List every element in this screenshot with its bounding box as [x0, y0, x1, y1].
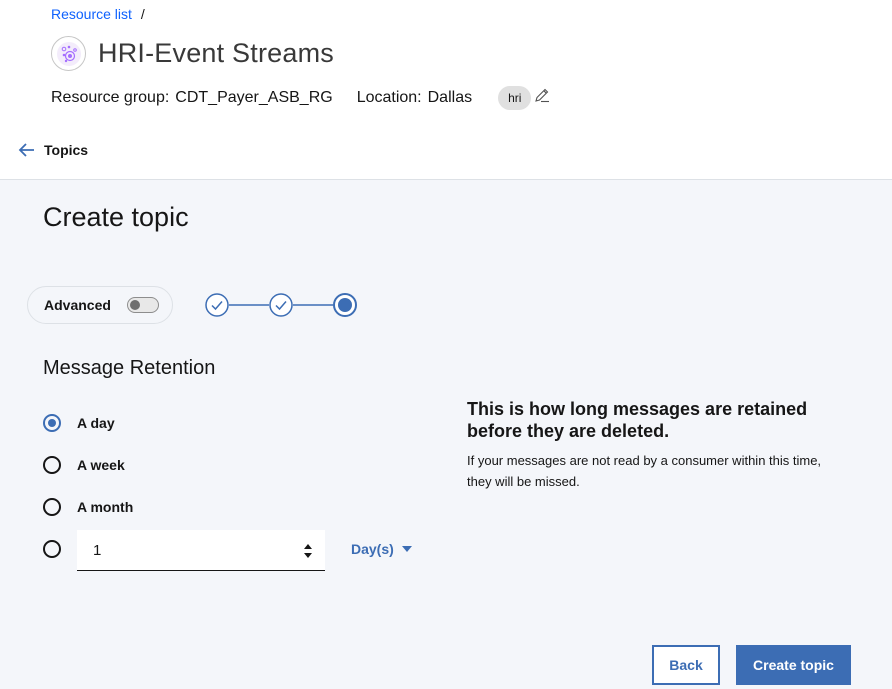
back-to-topics-link[interactable]: Topics [18, 141, 88, 159]
retention-help-title: This is how long messages are retained b… [467, 399, 808, 441]
tag-hri: hri [498, 86, 532, 110]
unit-dropdown-label: Day(s) [351, 541, 394, 557]
option-custom[interactable] [43, 540, 61, 558]
step-3-current[interactable] [333, 293, 357, 317]
create-topic-button[interactable]: Create topic [736, 645, 851, 685]
chevron-down-icon [401, 546, 412, 552]
section-title: Message Retention [43, 357, 216, 379]
option-a-week[interactable]: A week [43, 456, 125, 474]
form-title: Create topic [43, 202, 189, 232]
option-a-month-label: A month [77, 499, 134, 515]
step-2-complete[interactable] [269, 293, 293, 317]
breadcrumb: Resource list / [51, 6, 145, 22]
page-header: Resource list / HRI-Event Streams Resour… [0, 0, 892, 180]
back-button[interactable]: Back [652, 645, 720, 685]
option-a-week-label: A week [77, 457, 125, 473]
option-a-month[interactable]: A month [43, 498, 133, 516]
breadcrumb-resource-list-link[interactable]: Resource list [51, 6, 132, 22]
option-a-day-label: A day [77, 415, 115, 431]
unit-dropdown[interactable]: Day(s) [351, 541, 412, 557]
progress-stepper [205, 293, 357, 317]
number-stepper-icon[interactable] [303, 542, 313, 560]
service-title-row: HRI-Event Streams [51, 36, 334, 71]
edit-tags-icon[interactable] [534, 87, 550, 103]
resource-meta: Resource group: CDT_Payer_ASB_RG Locatio… [51, 86, 550, 110]
advanced-label: Advanced [44, 297, 111, 313]
advanced-toggle-container: Advanced [27, 286, 173, 324]
step-1-complete[interactable] [205, 293, 229, 317]
radio-a-week[interactable] [43, 456, 61, 474]
resource-group-label: Resource group: [51, 89, 170, 106]
custom-retention-input[interactable]: 1 [77, 530, 325, 571]
retention-help-text: If your messages are not read by a consu… [467, 453, 822, 489]
breadcrumb-separator: / [140, 6, 145, 22]
radio-a-month[interactable] [43, 498, 61, 516]
toggle-knob [129, 300, 140, 310]
arrow-left-icon [18, 141, 36, 159]
event-streams-icon [51, 36, 86, 71]
option-a-day[interactable]: A day [43, 414, 115, 432]
create-topic-panel: Create topic Advanced Message Retention … [0, 180, 892, 689]
back-to-topics-label: Topics [44, 142, 89, 158]
radio-a-day[interactable] [43, 414, 61, 432]
radio-custom[interactable] [43, 540, 61, 558]
location-value: Dallas [427, 89, 473, 106]
resource-group-value: CDT_Payer_ASB_RG [175, 89, 333, 106]
advanced-toggle[interactable] [126, 297, 159, 313]
custom-retention-value: 1 [93, 541, 102, 559]
page-title: HRI-Event Streams [98, 38, 334, 68]
location-label: Location: [356, 89, 422, 106]
